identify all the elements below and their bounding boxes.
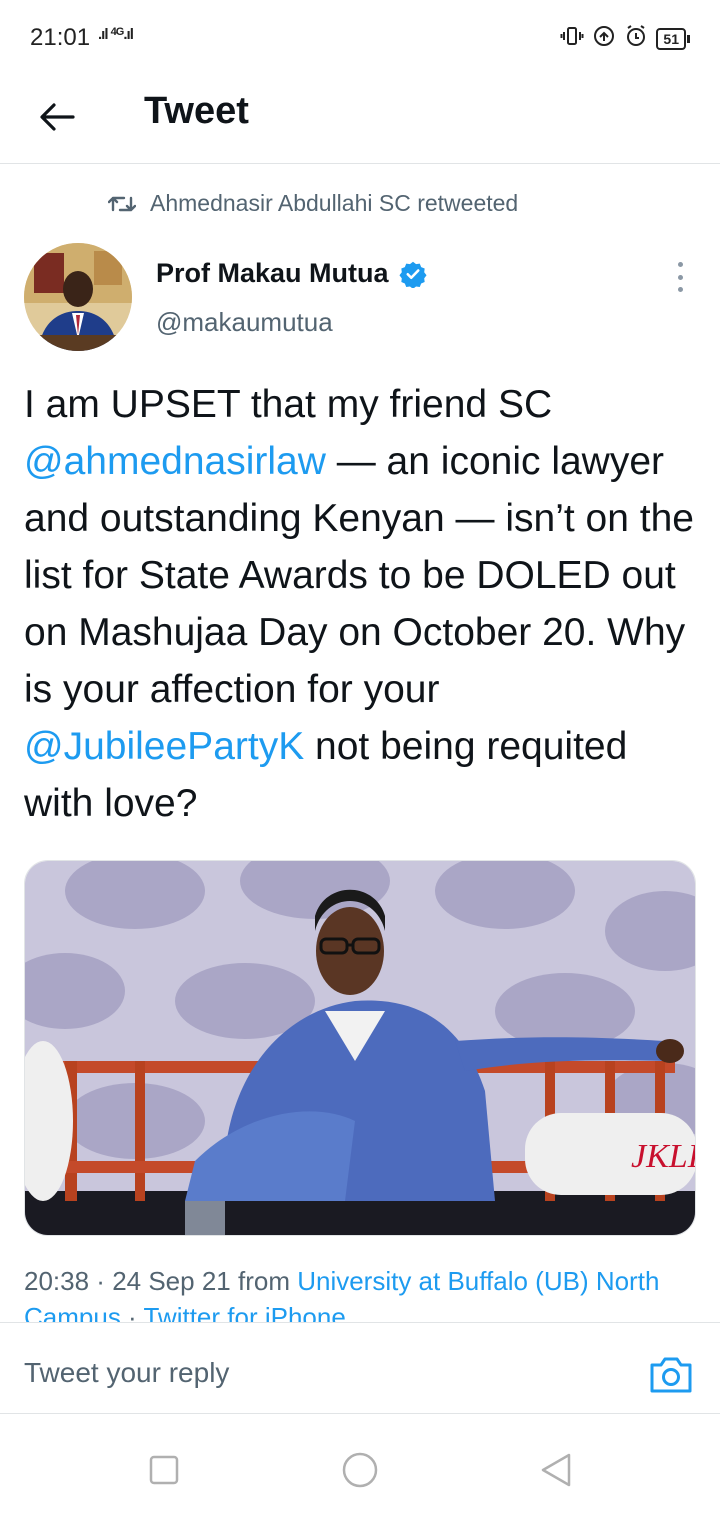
avatar[interactable]	[24, 243, 132, 351]
separator: ·	[89, 1266, 113, 1296]
retweet-indicator[interactable]: Ahmednasir Abdullahi SC retweeted	[108, 190, 518, 217]
triangle-back-icon	[541, 1453, 571, 1487]
system-nav-bar	[0, 1414, 720, 1520]
more-options-icon[interactable]	[668, 262, 692, 292]
camera-icon	[650, 1357, 692, 1393]
tweet-time: 20:38	[24, 1266, 90, 1296]
back-nav-button[interactable]	[536, 1450, 576, 1490]
recents-button[interactable]	[144, 1450, 184, 1490]
arrow-left-icon	[40, 103, 75, 131]
page-title: Tweet	[144, 90, 249, 132]
status-icons: 51	[560, 24, 690, 54]
status-time: 21:01	[30, 24, 91, 51]
retweet-icon	[108, 196, 136, 211]
verified-badge-icon	[398, 261, 427, 288]
back-button[interactable]	[34, 94, 80, 140]
home-button[interactable]	[340, 1450, 380, 1490]
signal-icon: .ıl 4G.ıl	[98, 26, 134, 43]
reply-input[interactable]: Tweet your reply	[24, 1357, 229, 1389]
camera-button[interactable]	[648, 1353, 694, 1395]
battery-level: 51	[656, 28, 686, 50]
status-bar: 21:01 .ıl 4G.ıl 51	[0, 0, 720, 74]
tweet-text: I am UPSET that my friend SC @ahmednasir…	[24, 376, 704, 832]
author-name: Prof Makau Mutua	[156, 258, 389, 288]
square-icon	[149, 1455, 179, 1485]
battery-icon: 51	[656, 28, 690, 50]
tweet-image[interactable]: JKLI	[24, 860, 696, 1236]
reply-bar: Tweet your reply	[0, 1322, 720, 1414]
mention-link[interactable]: @JubileePartyK	[24, 725, 304, 768]
retweet-text: Ahmednasir Abdullahi SC retweeted	[150, 190, 519, 216]
circle-icon	[342, 1452, 378, 1488]
tweet-date: 24 Sep 21	[112, 1266, 231, 1296]
tweet-meta: 20:38 · 24 Sep 21 from University at Buf…	[24, 1263, 704, 1323]
mention-link[interactable]: @ahmednasirlaw	[24, 440, 326, 483]
author-name-row[interactable]: Prof Makau Mutua	[156, 258, 427, 289]
image-caption: JKLI	[631, 1138, 696, 1175]
tweet-text-part: I am UPSET that my friend SC	[24, 383, 553, 426]
vibrate-icon	[560, 24, 584, 54]
data-saver-icon	[592, 24, 616, 54]
author-handle[interactable]: @makaumutua	[156, 307, 333, 338]
from-label: from	[230, 1266, 298, 1296]
client-link[interactable]: Twitter for iPhone	[143, 1302, 345, 1323]
separator: ·	[120, 1302, 144, 1323]
alarm-icon	[624, 24, 648, 54]
header: Tweet	[0, 74, 720, 164]
network-type: 4G	[110, 26, 125, 38]
